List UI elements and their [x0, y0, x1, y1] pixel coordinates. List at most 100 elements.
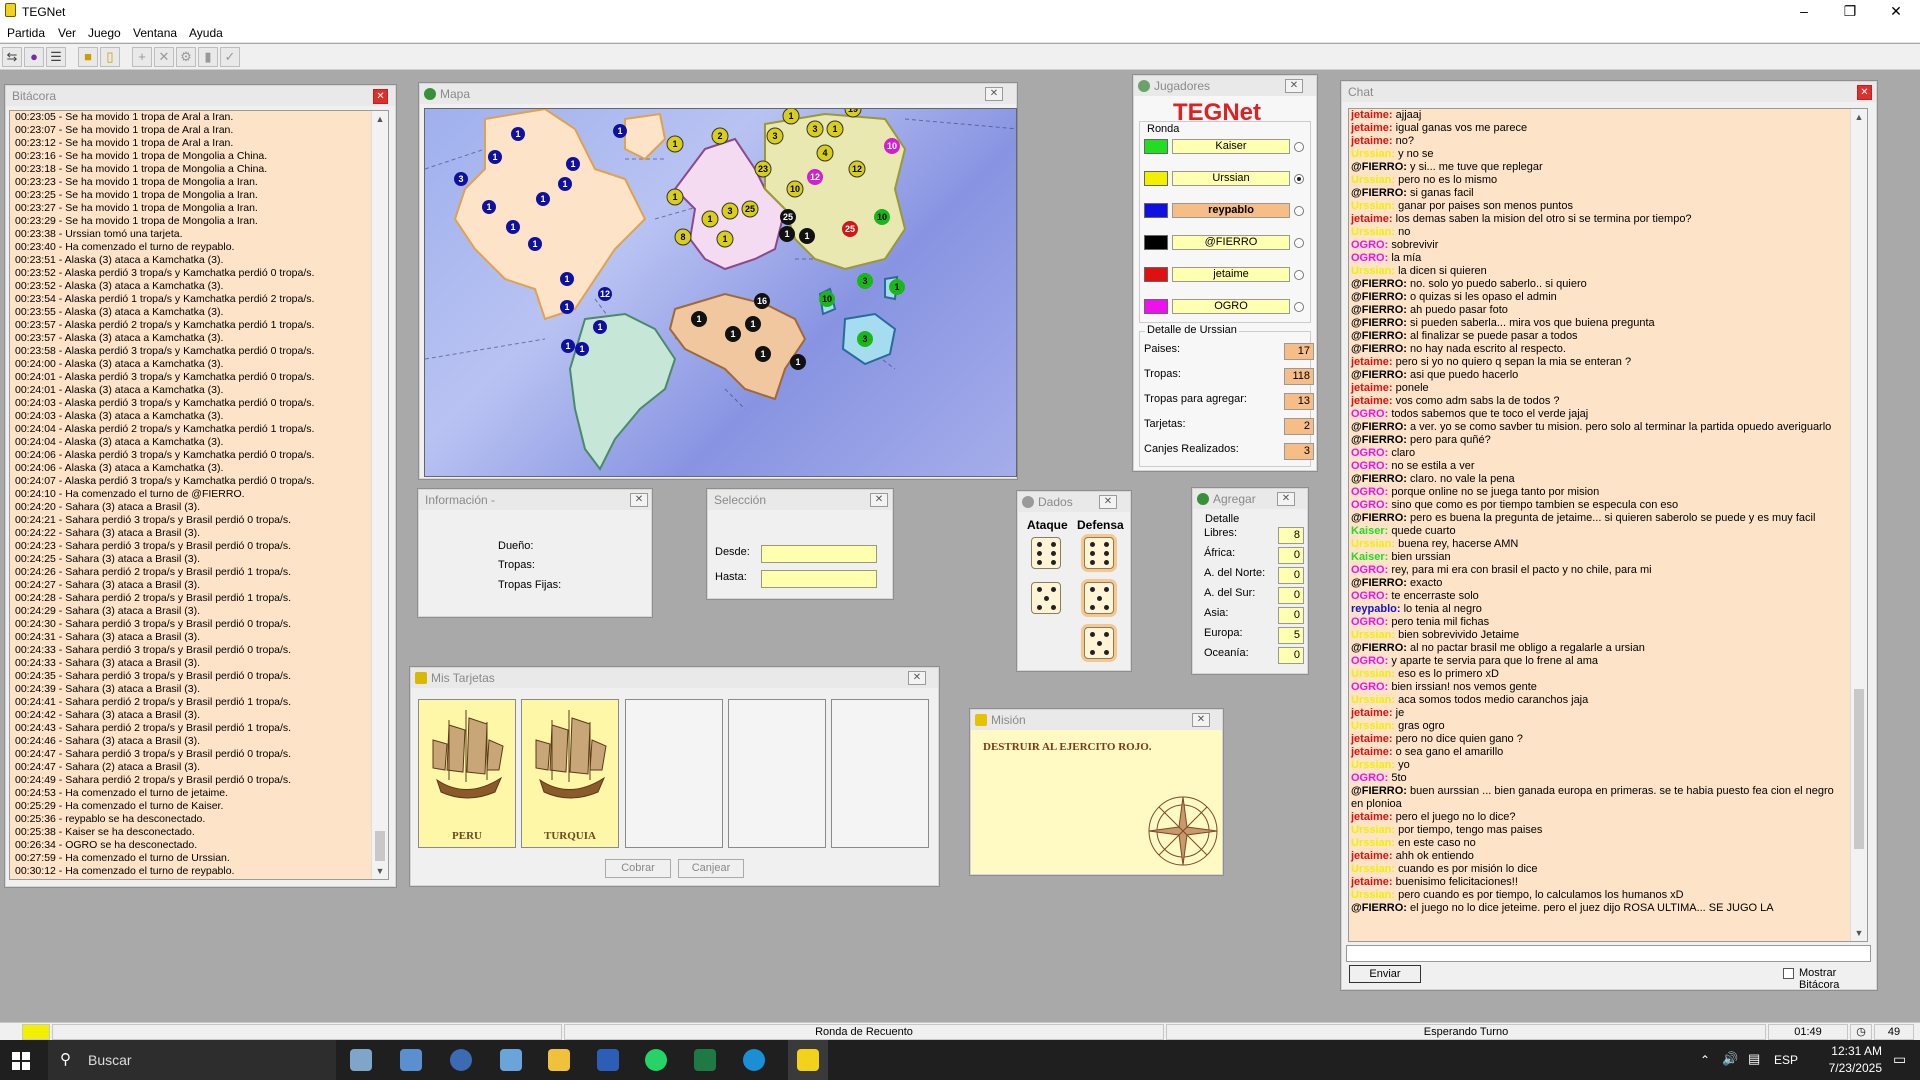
card-slot-empty[interactable]	[625, 699, 723, 848]
player-radio[interactable]	[1294, 270, 1304, 280]
end-turn-icon[interactable]: ✓	[220, 47, 240, 67]
bitacora-close-button[interactable]: ✕	[373, 89, 388, 104]
chat-message: OGRO: claro	[1349, 447, 1867, 460]
player-radio[interactable]	[1294, 142, 1304, 152]
log-line: 00:23:38 - Urssian tomó una tarjeta.	[15, 228, 183, 240]
mostrar-bitacora-checkbox[interactable]	[1783, 968, 1794, 979]
minimize-button[interactable]: –	[1781, 0, 1827, 23]
menu-ayuda[interactable]: Ayuda	[189, 26, 223, 40]
map-svg[interactable]: 1131111111111211 1 12113 258 12331319141210…	[425, 109, 1017, 477]
close-button[interactable]: ✕	[1873, 0, 1919, 23]
notepad-app-icon[interactable]	[500, 1049, 522, 1071]
chat-close-button[interactable]: ✕	[1857, 85, 1872, 100]
chat-nick: jetaime:	[1351, 876, 1393, 888]
menu-ventana[interactable]: Ventana	[133, 26, 177, 40]
list-icon[interactable]: ☰	[46, 47, 66, 67]
scroll-down-icon[interactable]: ▼	[372, 863, 388, 879]
menu-juego[interactable]: Juego	[88, 26, 121, 40]
south-america[interactable]	[568, 312, 677, 471]
enviar-button[interactable]: Enviar	[1349, 965, 1421, 983]
player-row[interactable]: OGRO	[1144, 296, 1304, 317]
card-slot-empty[interactable]	[831, 699, 929, 848]
chat-message: jetaime: pero no dice quien gano ?	[1349, 733, 1867, 746]
greenland[interactable]	[624, 112, 667, 161]
clock-date[interactable]: 7/23/2025	[1802, 1061, 1882, 1075]
chat-text: bien irssian! nos vemos gente	[1388, 681, 1537, 693]
mission-icon[interactable]: ■	[78, 47, 98, 67]
log-scrollbar[interactable]: ▲ ▼	[371, 111, 388, 879]
player-row[interactable]: Urssian	[1144, 168, 1304, 189]
player-radio[interactable]	[1294, 206, 1304, 216]
settings-app-icon[interactable]	[350, 1049, 372, 1071]
log-line: 00:23:51 - Alaska (3) ataca a Kamchatka …	[15, 254, 224, 266]
maximize-button[interactable]: ❐	[1827, 0, 1873, 23]
card-slot-empty[interactable]	[728, 699, 826, 848]
regroup-icon[interactable]: ⚙	[176, 47, 196, 67]
player-radio[interactable]	[1294, 238, 1304, 248]
menu-ver[interactable]: Ver	[58, 26, 76, 40]
desde-field[interactable]	[761, 545, 877, 563]
card-icon[interactable]: ▯	[100, 47, 120, 67]
word-app-icon[interactable]	[597, 1049, 619, 1071]
chat-text: claro. no vale la pena	[1406, 473, 1515, 485]
notification-icon[interactable]: ▭	[1893, 1051, 1906, 1068]
seleccion-close-button[interactable]: ✕	[870, 493, 888, 507]
globe-icon[interactable]: ●	[24, 47, 44, 67]
get-card-icon[interactable]: ▮	[198, 47, 218, 67]
chat-input[interactable]	[1346, 945, 1871, 962]
connect-icon[interactable]: ⇆	[2, 47, 22, 67]
scroll-up-icon[interactable]: ▲	[372, 111, 388, 127]
scroll-thumb[interactable]	[375, 831, 385, 861]
chat-nick: @FIERRO:	[1351, 343, 1407, 355]
clock-time[interactable]: 12:31 AM	[1812, 1044, 1882, 1058]
mision-close-button[interactable]: ✕	[1192, 713, 1210, 727]
player-row[interactable]: jetaime	[1144, 264, 1304, 285]
network-icon[interactable]: ▤	[1748, 1051, 1760, 1067]
chat-text: ah puedo pasar foto	[1406, 304, 1508, 316]
edge-app-icon[interactable]	[743, 1049, 765, 1071]
search-box[interactable]: ⚲ Buscar	[48, 1040, 336, 1080]
dados-close-button[interactable]: ✕	[1099, 495, 1117, 509]
tegnet-taskbar-button[interactable]	[788, 1040, 828, 1080]
cobrar-button[interactable]: Cobrar	[605, 859, 671, 878]
calculator-app-icon[interactable]	[400, 1049, 422, 1071]
africa[interactable]	[668, 292, 807, 401]
player-radio[interactable]	[1294, 302, 1304, 312]
language-indicator[interactable]: ESP	[1774, 1053, 1798, 1067]
hasta-field[interactable]	[761, 570, 877, 588]
player-radio[interactable]	[1294, 174, 1304, 184]
tarjetas-close-button[interactable]: ✕	[908, 671, 926, 685]
scroll-up-icon[interactable]: ▲	[1851, 109, 1867, 125]
windows-start-icon[interactable]	[12, 1052, 30, 1070]
world-map[interactable]: 1 1 3 1 1 1 1 1 1 1 1 1 12 1 1 1 1 2 1 1 3 25 8 1 23 3 1 3 19 1 4 12 10…	[424, 108, 1017, 477]
player-row[interactable]: @FIERRO	[1144, 232, 1304, 253]
folder-app-icon[interactable]	[548, 1049, 570, 1071]
whatsapp-app-icon[interactable]	[645, 1049, 667, 1071]
player-row[interactable]: reypablo	[1144, 200, 1304, 221]
chat-scrollbar[interactable]: ▲ ▼	[1850, 109, 1867, 941]
attack-icon[interactable]: ✕	[154, 47, 174, 67]
scroll-down-icon[interactable]: ▼	[1851, 925, 1867, 941]
attack-die-1	[1031, 537, 1061, 569]
informacion-close-button[interactable]: ✕	[630, 493, 648, 507]
browser-app-icon[interactable]	[450, 1049, 472, 1071]
excel-app-icon[interactable]	[694, 1049, 716, 1071]
chat-nick: OGRO:	[1351, 447, 1389, 459]
mapa-close-button[interactable]: ✕	[985, 87, 1003, 101]
chat-text: je	[1392, 707, 1405, 719]
menu-partida[interactable]: Partida	[7, 26, 45, 40]
chevron-up-icon[interactable]: ⌃	[1700, 1053, 1710, 1067]
jugadores-close-button[interactable]: ✕	[1285, 79, 1303, 93]
agregar-close-button[interactable]: ✕	[1277, 492, 1295, 506]
add-icon[interactable]: +	[132, 47, 152, 67]
chat-message: Urssian: aca somos todos medio caranchos…	[1349, 694, 1867, 707]
canjear-button[interactable]: Canjear	[678, 859, 744, 878]
card-peru[interactable]: PERU	[418, 699, 516, 848]
players-icon	[1138, 80, 1150, 92]
card-turquia[interactable]: TURQUIA	[521, 699, 619, 848]
volume-icon[interactable]: 🔊	[1722, 1051, 1738, 1067]
north-america[interactable]	[453, 109, 647, 321]
player-row[interactable]: Kaiser	[1144, 136, 1304, 157]
chat-message: jetaime: pero si yo no quiero q sepan la…	[1349, 356, 1867, 369]
scroll-thumb[interactable]	[1854, 689, 1864, 849]
